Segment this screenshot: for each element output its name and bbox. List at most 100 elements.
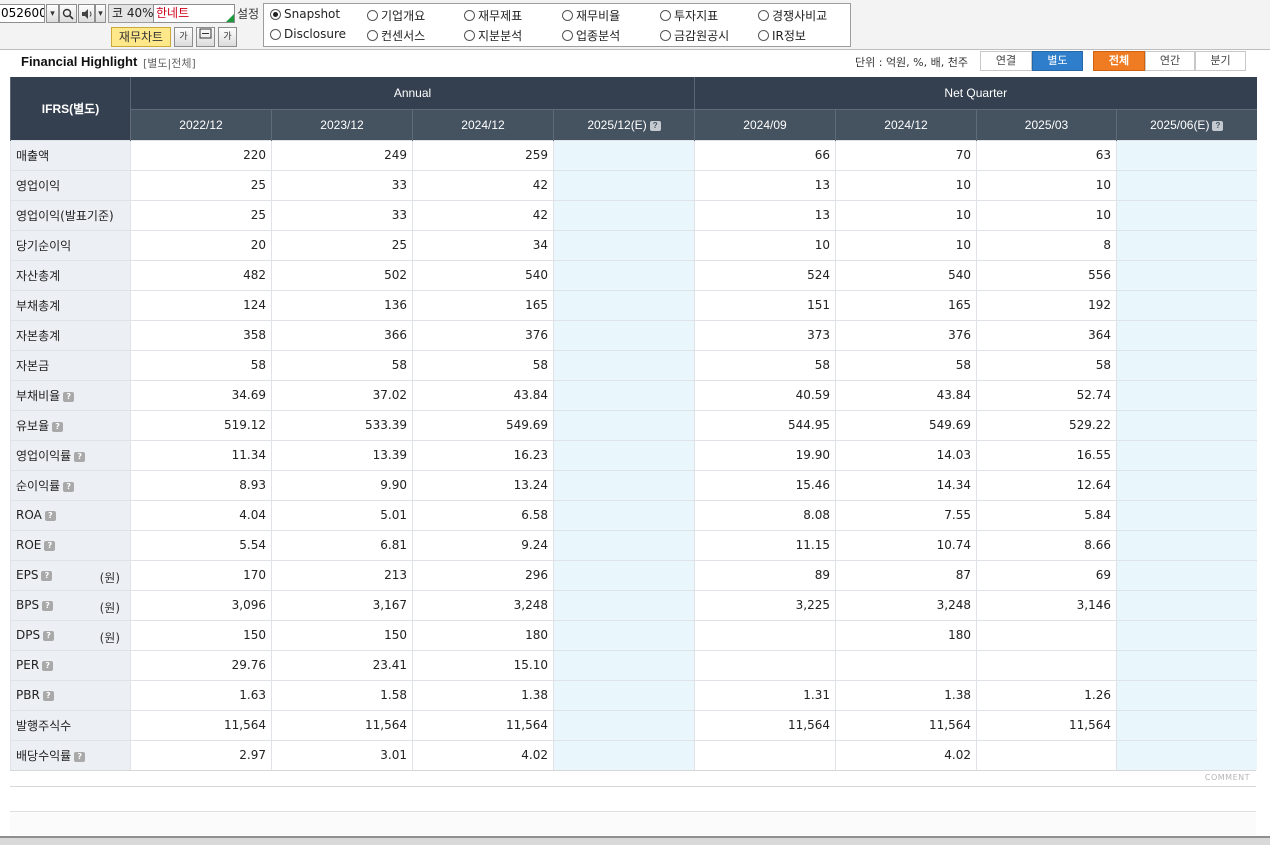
radio-company-overview[interactable]: 기업개요: [367, 7, 425, 24]
column-header: 2025/12(E)?: [553, 108, 695, 140]
row-label-text: 유보율: [16, 418, 50, 433]
table-cell: 12.64: [976, 469, 1117, 500]
table-cell: 43.84: [412, 379, 554, 410]
search-button[interactable]: [59, 4, 77, 23]
radio-consensus[interactable]: 컨센서스: [367, 27, 425, 44]
table-cell: 150: [130, 619, 272, 650]
settings-link[interactable]: 설정: [237, 5, 259, 22]
row-label-text: BPS: [16, 598, 40, 612]
radio-label: IR정보: [772, 29, 806, 43]
row-label-text: 자산총계: [16, 268, 61, 283]
help-icon[interactable]: ?: [42, 661, 54, 671]
financial-highlight-table: IFRS(별도) Annual Net Quarter 2022/12 2023/…: [10, 77, 1257, 770]
tab-consolidated[interactable]: 연결: [980, 51, 1032, 71]
table-cell: 124: [130, 289, 272, 320]
radio-ir-info[interactable]: IR정보: [758, 27, 806, 44]
table-cell: [694, 619, 836, 650]
radio-disclosure[interactable]: Disclosure: [270, 27, 346, 41]
table-cell: 1.58: [271, 679, 413, 710]
row-label-text: 매출액: [16, 148, 50, 163]
stock-code-input[interactable]: 052600: [0, 4, 45, 23]
speaker-dropdown-button[interactable]: ▾: [95, 4, 106, 23]
tab-all[interactable]: 전체: [1093, 51, 1145, 71]
table-cell: 4.04: [130, 499, 272, 530]
table-row: 자본총계 358 366 376 373 376 364: [10, 319, 1257, 350]
help-icon[interactable]: ?: [42, 691, 54, 701]
table-row: 순이익률? 8.93 9.90 13.24 15.46 14.34 12.64: [10, 469, 1257, 500]
table-cell: 8.66: [976, 529, 1117, 560]
fit-screen-button[interactable]: [196, 27, 215, 47]
table-row: DPS? (원) 150 150 180 180: [10, 619, 1257, 650]
radio-fss-disclosure[interactable]: 금감원공시: [660, 27, 729, 44]
tab-quarter[interactable]: 분기: [1195, 51, 1246, 71]
font-size-button[interactable]: 가: [174, 27, 193, 47]
font-style-button[interactable]: 가: [218, 27, 237, 47]
company-name-field[interactable]: 한네트: [153, 4, 235, 23]
row-label-text: DPS: [16, 628, 41, 642]
row-label-text: 부채총계: [16, 298, 61, 313]
row-label-text: 부채비율: [16, 388, 61, 403]
help-icon[interactable]: ?: [74, 751, 86, 762]
table-cell: [553, 469, 695, 500]
comment-bar[interactable]: COMMENT: [10, 770, 1256, 787]
help-icon[interactable]: ?: [41, 571, 53, 581]
table-cell: [553, 199, 695, 230]
table-cell: 259: [412, 139, 554, 170]
financial-chart-button[interactable]: 재무차트: [111, 27, 171, 47]
radio-peer-comparison[interactable]: 경쟁사비교: [758, 7, 827, 24]
radio-financial-ratios[interactable]: 재무비율: [562, 7, 620, 24]
radio-label: 금감원공시: [674, 29, 730, 43]
help-icon[interactable]: ?: [42, 601, 54, 611]
radio-industry-analysis[interactable]: 업종분석: [562, 27, 620, 44]
help-icon[interactable]: ?: [63, 391, 75, 402]
comment-toggle[interactable]: COMMENT: [1205, 773, 1250, 782]
help-icon[interactable]: ?: [1212, 120, 1224, 131]
table-cell: 11.15: [694, 529, 836, 560]
help-icon[interactable]: ?: [63, 481, 75, 492]
row-label: 자산총계: [10, 259, 131, 290]
radio-label: 지분분석: [478, 29, 523, 43]
radio-label: Disclosure: [284, 27, 347, 41]
row-label: 발행주식수: [10, 709, 131, 740]
table-cell: 58: [412, 349, 554, 380]
tab-separate[interactable]: 별도: [1032, 51, 1083, 71]
radio-investment-indicators[interactable]: 투자지표: [660, 7, 718, 24]
table-cell: 540: [412, 259, 554, 290]
column-header-label: 2022/12: [179, 117, 223, 132]
table-cell: 3,167: [271, 589, 413, 620]
table-cell: 180: [412, 619, 554, 650]
table-cell: 10: [835, 229, 977, 260]
help-icon[interactable]: ?: [43, 631, 55, 641]
table-cell: 15.46: [694, 469, 836, 500]
radio-icon: [660, 10, 671, 21]
table-row: PBR? 1.63 1.58 1.38 1.31 1.38 1.26: [10, 679, 1257, 710]
table-cell: 42: [412, 169, 554, 200]
help-icon[interactable]: ?: [52, 421, 64, 432]
font-style-icon: 가: [223, 32, 232, 42]
top-toolbar: 052600 ▾ ▾ 코 40% 한네트 설정 재무차트 가 가 Snapsho…: [0, 0, 1270, 50]
footer-box: [10, 811, 1256, 835]
code-dropdown-button[interactable]: ▾: [46, 4, 59, 23]
table-cell: 11,564: [835, 709, 977, 740]
help-icon[interactable]: ?: [44, 511, 56, 521]
tab-annual[interactable]: 연간: [1145, 51, 1195, 71]
radio-shareholding[interactable]: 지분분석: [464, 27, 522, 44]
table-cell: [553, 679, 695, 710]
radio-label: Snapshot: [284, 7, 341, 21]
table-cell: 373: [694, 319, 836, 350]
table-cell: [1115, 199, 1257, 230]
column-header-label: 2025/06(E): [1150, 117, 1210, 132]
table-cell: 66: [694, 139, 836, 170]
radio-financial-statements[interactable]: 재무제표: [464, 7, 522, 24]
row-label: BPS? (원): [10, 589, 131, 620]
help-icon[interactable]: ?: [74, 451, 86, 462]
help-icon[interactable]: ?: [44, 541, 56, 551]
speaker-button[interactable]: [78, 4, 95, 23]
table-cell: [553, 649, 695, 680]
table-cell: [553, 379, 695, 410]
radio-snapshot[interactable]: Snapshot: [270, 7, 340, 21]
table-row: 배당수익률? 2.97 3.01 4.02 4.02: [10, 739, 1257, 770]
help-icon[interactable]: ?: [649, 120, 661, 131]
row-label-text: PER: [16, 658, 40, 672]
row-label: ROA?: [10, 499, 131, 530]
